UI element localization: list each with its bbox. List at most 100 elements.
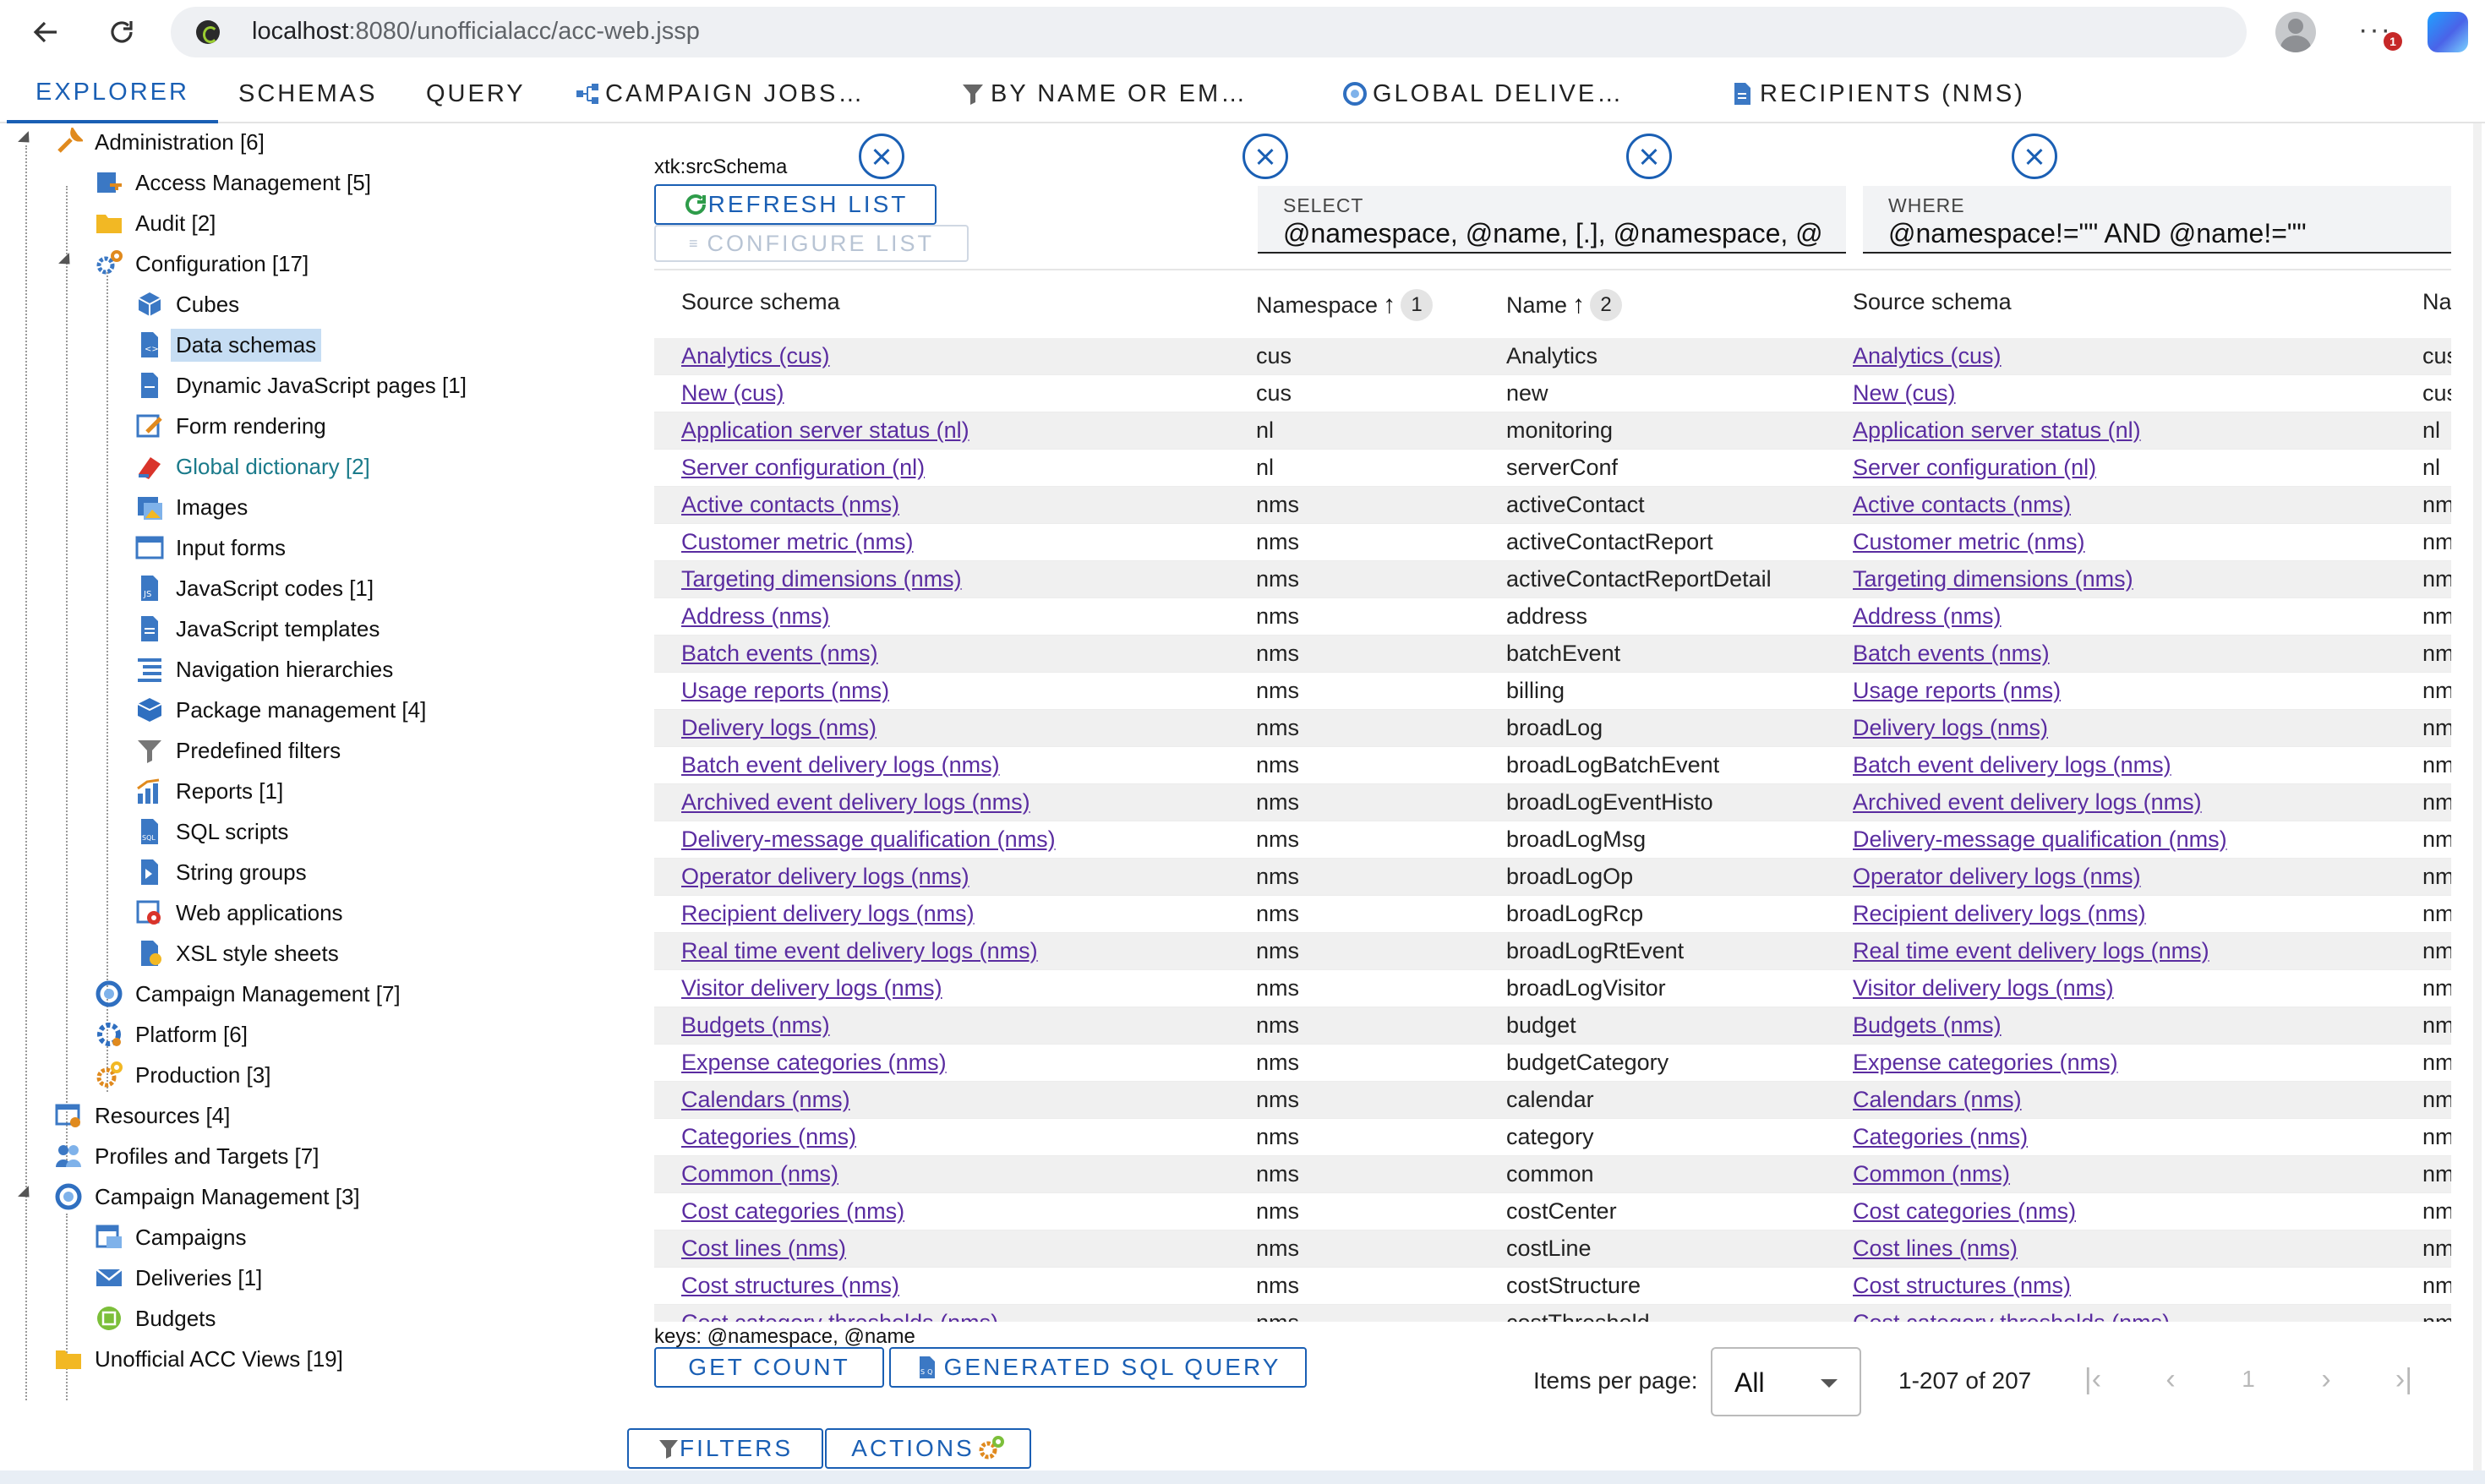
- column-header-source-schema[interactable]: Source schema: [681, 289, 840, 315]
- cell-source-schema-2[interactable]: Common (nms): [1853, 1161, 2010, 1187]
- tree-item-javascript-templates[interactable]: JavaScript templates: [135, 610, 380, 647]
- tab-by-name-or-email[interactable]: BY NAME OR EM…: [960, 64, 1248, 123]
- where-field[interactable]: WHERE @namespace!="" AND @name!="": [1863, 186, 2451, 254]
- cell-source-schema-2[interactable]: Analytics (cus): [1853, 343, 2002, 369]
- cell-source-schema[interactable]: Targeting dimensions (nms): [681, 566, 962, 592]
- cell-source-schema[interactable]: New (cus): [681, 380, 784, 406]
- cell-source-schema-2[interactable]: Cost category thresholds (nms): [1853, 1310, 2170, 1322]
- tab-recipients[interactable]: RECIPIENTS (NMS): [1729, 64, 2025, 123]
- table-row[interactable]: Operator delivery logs (nms) nms broadLogO…: [654, 859, 2451, 896]
- cell-source-schema-2[interactable]: Server configuration (nl): [1853, 455, 2096, 481]
- tree-item-images[interactable]: Images: [135, 488, 248, 526]
- cell-source-schema[interactable]: Delivery-message qualification (nms): [681, 827, 1056, 853]
- table-row[interactable]: Customer metric (nms) nms activeContactRep…: [654, 524, 2451, 561]
- cell-source-schema-2[interactable]: Expense categories (nms): [1853, 1050, 2118, 1076]
- cell-source-schema-2[interactable]: Recipient delivery logs (nms): [1853, 901, 2146, 927]
- cell-source-schema[interactable]: Usage reports (nms): [681, 678, 889, 704]
- tree-item-reports[interactable]: Reports [1]: [135, 772, 283, 810]
- table-row[interactable]: Expense categories (nms) nms budgetCategor…: [654, 1045, 2451, 1082]
- cell-source-schema[interactable]: Application server status (nl): [681, 417, 969, 444]
- table-row[interactable]: Categories (nms) nms category Categories (n…: [654, 1119, 2451, 1156]
- cell-source-schema-2[interactable]: Budgets (nms): [1853, 1012, 2002, 1039]
- cell-source-schema-2[interactable]: Cost structures (nms): [1853, 1273, 2071, 1299]
- column-header-na[interactable]: Na: [2422, 289, 2451, 315]
- column-header-namespace[interactable]: Namespace ↑ 1: [1256, 289, 1434, 321]
- cell-source-schema[interactable]: Categories (nms): [681, 1124, 856, 1150]
- tab-explorer[interactable]: EXPLORER: [7, 64, 218, 123]
- tree-item-global-dictionary[interactable]: Global dictionary [2]: [135, 448, 370, 485]
- tree-item-package-management[interactable]: Package management [4]: [135, 691, 426, 728]
- table-row[interactable]: Delivery-message qualification (nms) nms b…: [654, 821, 2451, 859]
- cell-source-schema-2[interactable]: Delivery logs (nms): [1853, 715, 2048, 741]
- tree-item-sql-scripts[interactable]: SQL SQL scripts: [135, 813, 288, 850]
- cell-source-schema-2[interactable]: Real time event delivery logs (nms): [1853, 938, 2209, 964]
- cell-source-schema[interactable]: Budgets (nms): [681, 1012, 830, 1039]
- tree-toggle-expanded[interactable]: [18, 131, 35, 148]
- tab-schemas[interactable]: SCHEMAS: [238, 64, 377, 123]
- table-row[interactable]: Real time event delivery logs (nms) nms br…: [654, 933, 2451, 970]
- cell-source-schema[interactable]: Cost categories (nms): [681, 1198, 904, 1225]
- items-per-page-select[interactable]: All: [1711, 1347, 1861, 1416]
- tree-item-audit[interactable]: Audit [2]: [95, 205, 216, 242]
- column-header-source-schema-2[interactable]: Source schema: [1853, 289, 2012, 315]
- tree-item-cubes[interactable]: Cubes: [135, 286, 239, 323]
- tree-item-deliveries[interactable]: Deliveries [1]: [95, 1259, 262, 1296]
- cell-source-schema[interactable]: Active contacts (nms): [681, 492, 899, 518]
- cell-source-schema[interactable]: Calendars (nms): [681, 1087, 850, 1113]
- cell-source-schema-2[interactable]: Cost categories (nms): [1853, 1198, 2076, 1225]
- cell-source-schema-2[interactable]: Archived event delivery logs (nms): [1853, 789, 2202, 816]
- table-row[interactable]: Visitor delivery logs (nms) nms broadLogVi…: [654, 970, 2451, 1007]
- table-row[interactable]: Recipient delivery logs (nms) nms broadLog…: [654, 896, 2451, 933]
- cell-source-schema[interactable]: Archived event delivery logs (nms): [681, 789, 1030, 816]
- cell-source-schema-2[interactable]: New (cus): [1853, 380, 1956, 406]
- cell-source-schema-2[interactable]: Calendars (nms): [1853, 1087, 2022, 1113]
- tree-item-predefined-filters[interactable]: Predefined filters: [135, 732, 341, 769]
- cell-source-schema[interactable]: Batch events (nms): [681, 641, 878, 667]
- tree-item-profiles-and-targets[interactable]: Profiles and Targets [7]: [54, 1138, 319, 1175]
- copilot-icon[interactable]: [2428, 12, 2468, 52]
- tree-item-input-forms[interactable]: Input forms: [135, 529, 286, 566]
- table-row[interactable]: Cost categories (nms) nms costCenter Cost c…: [654, 1193, 2451, 1230]
- table-row[interactable]: Application server status (nl) nl monitori…: [654, 412, 2451, 450]
- table-row[interactable]: Targeting dimensions (nms) nms activeConta…: [654, 561, 2451, 598]
- table-row[interactable]: Server configuration (nl) nl serverConf Ser…: [654, 450, 2451, 487]
- tree-item-string-groups[interactable]: String groups: [135, 854, 307, 891]
- tree-item-dynamic-js-pages[interactable]: Dynamic JavaScript pages [1]: [135, 367, 467, 404]
- get-count-button[interactable]: GET COUNT: [654, 1347, 884, 1388]
- table-row[interactable]: Usage reports (nms) nms billing Usage repor…: [654, 673, 2451, 710]
- cell-source-schema[interactable]: Cost lines (nms): [681, 1236, 846, 1262]
- tree-item-administration[interactable]: Administration [6]: [54, 123, 265, 161]
- column-header-name[interactable]: Name ↑ 2: [1506, 289, 1623, 321]
- cell-source-schema-2[interactable]: Visitor delivery logs (nms): [1853, 975, 2114, 1001]
- first-page-icon[interactable]: |‹: [2074, 1361, 2111, 1398]
- cell-source-schema-2[interactable]: Operator delivery logs (nms): [1853, 864, 2141, 890]
- cell-source-schema-2[interactable]: Batch events (nms): [1853, 641, 2050, 667]
- configure-list-button[interactable]: ≡ CONFIGURE LIST: [654, 225, 969, 262]
- table-row[interactable]: Calendars (nms) nms calendar Calendars (nms…: [654, 1082, 2451, 1119]
- tree-item-budgets[interactable]: Budgets: [95, 1300, 216, 1337]
- cell-source-schema[interactable]: Common (nms): [681, 1161, 838, 1187]
- cell-source-schema[interactable]: Real time event delivery logs (nms): [681, 938, 1038, 964]
- select-field[interactable]: SELECT @namespace, @name, [.], @namespac…: [1258, 186, 1846, 254]
- cell-source-schema-2[interactable]: Customer metric (nms): [1853, 529, 2085, 555]
- tree-item-form-rendering[interactable]: Form rendering: [135, 407, 326, 445]
- cell-source-schema[interactable]: Visitor delivery logs (nms): [681, 975, 942, 1001]
- cell-source-schema-2[interactable]: Usage reports (nms): [1853, 678, 2061, 704]
- cell-source-schema-2[interactable]: Active contacts (nms): [1853, 492, 2071, 518]
- tree-toggle-expanded[interactable]: [58, 253, 75, 270]
- page-scrollbar[interactable]: [2473, 123, 2482, 1476]
- table-row[interactable]: Cost structures (nms) nms costStructure Cos…: [654, 1268, 2451, 1305]
- address-bar[interactable]: localhost:8080/unofficialacc/acc-web.jss…: [171, 7, 2247, 57]
- tree-item-campaign-management-root[interactable]: Campaign Management [3]: [54, 1178, 360, 1215]
- tab-global-deliveries[interactable]: GLOBAL DELIVE…: [1342, 64, 1624, 123]
- cell-source-schema[interactable]: Recipient delivery logs (nms): [681, 901, 975, 927]
- cell-source-schema[interactable]: Cost category thresholds (nms): [681, 1310, 998, 1322]
- cell-source-schema-2[interactable]: Delivery-message qualification (nms): [1853, 827, 2227, 853]
- table-row[interactable]: Analytics (cus) cus Analytics Analytics (cu…: [654, 338, 2451, 375]
- cell-source-schema-2[interactable]: Address (nms): [1853, 603, 2002, 630]
- cell-source-schema[interactable]: Customer metric (nms): [681, 529, 914, 555]
- current-page-number[interactable]: 1: [2230, 1361, 2267, 1398]
- tree-item-xsl-style-sheets[interactable]: XSL style sheets: [135, 935, 339, 972]
- cell-source-schema-2[interactable]: Cost lines (nms): [1853, 1236, 2018, 1262]
- cell-source-schema[interactable]: Operator delivery logs (nms): [681, 864, 969, 890]
